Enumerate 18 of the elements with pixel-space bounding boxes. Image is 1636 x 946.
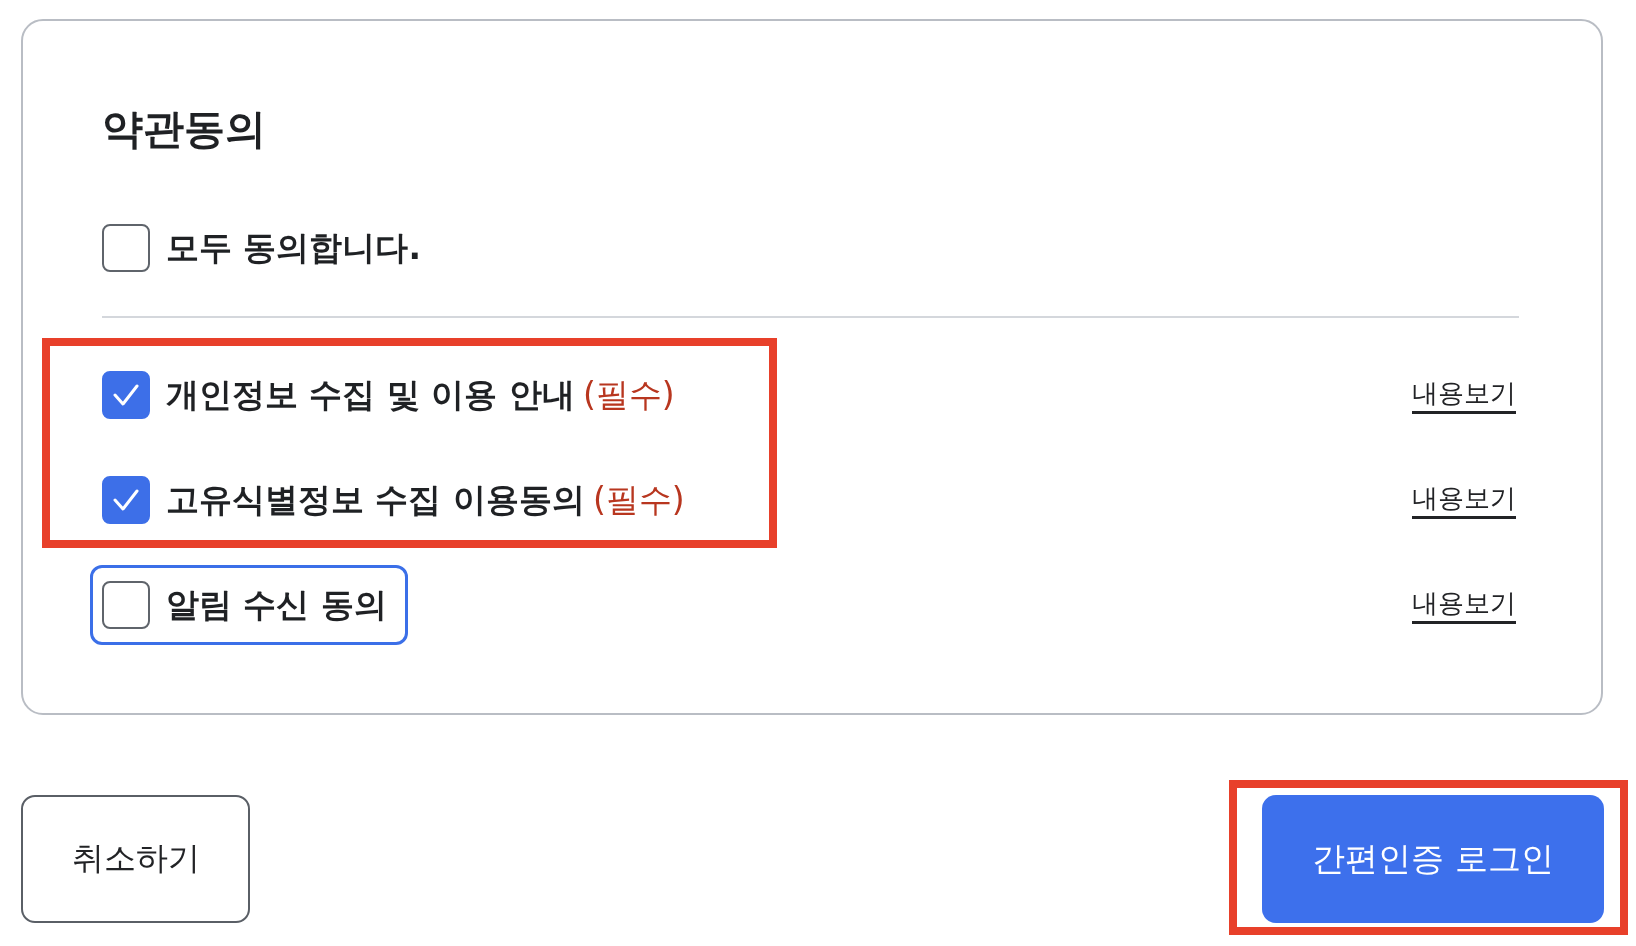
agreement-label: 개인정보 수집 및 이용 안내 (166, 374, 575, 416)
checkbox[interactable] (102, 224, 150, 272)
view-details-link[interactable]: 내용보기 (1412, 586, 1516, 624)
cancel-button[interactable]: 취소하기 (21, 795, 250, 923)
login-button[interactable]: 간편인증 로그인 (1262, 795, 1604, 923)
agreement-label: 알림 수신 동의 (166, 584, 387, 626)
section-title: 약관동의 (102, 105, 267, 153)
checkmark-icon (113, 384, 139, 406)
agree-all-label: 모두 동의합니다. (166, 227, 422, 269)
view-details-link[interactable]: 내용보기 (1412, 376, 1516, 414)
checkmark-icon (113, 489, 139, 511)
required-note: (필수) (593, 479, 685, 521)
checkbox[interactable] (102, 476, 150, 524)
agreement-label: 고유식별정보 수집 이용동의 (166, 479, 585, 521)
checkbox[interactable] (102, 371, 150, 419)
required-note: (필수) (582, 374, 675, 416)
view-details-link[interactable]: 내용보기 (1412, 481, 1516, 519)
checkbox[interactable] (102, 581, 150, 629)
